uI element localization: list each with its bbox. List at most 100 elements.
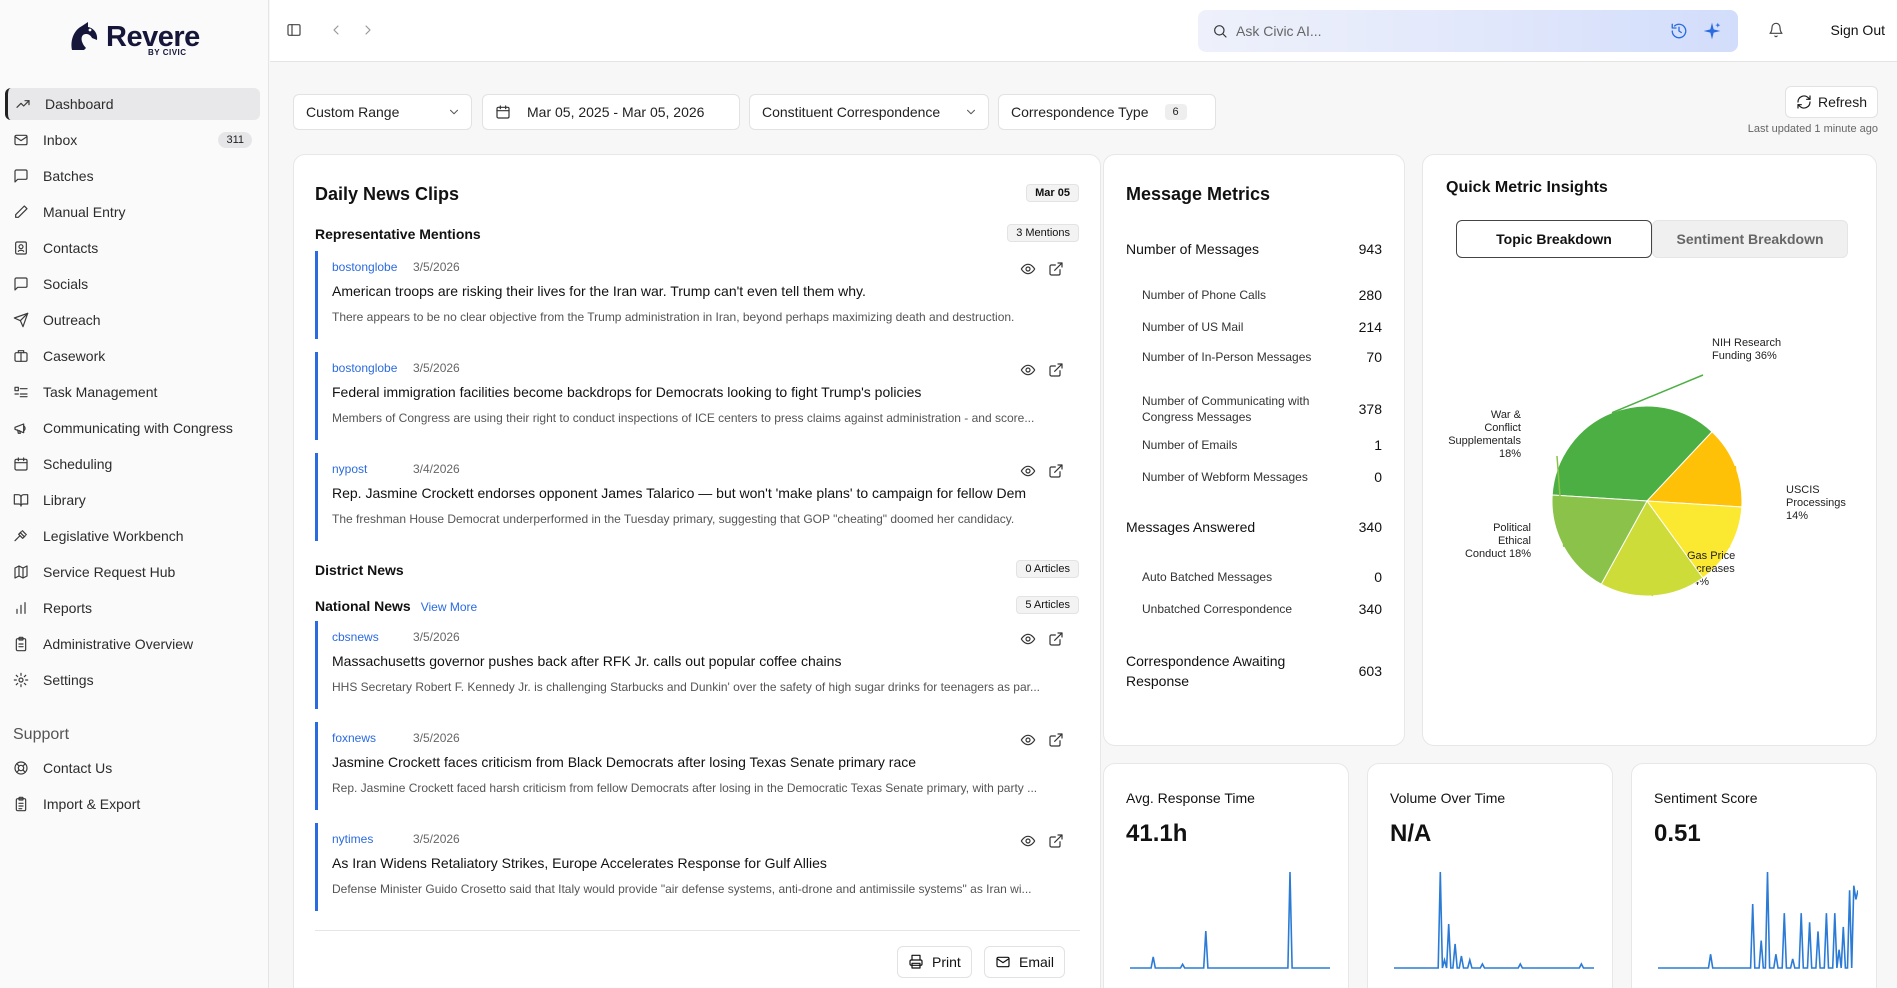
news-clip[interactable]: bostonglobe 3/5/2026 Federal immigration f…: [315, 352, 1070, 440]
sign-out-link[interactable]: Sign Out: [1831, 22, 1885, 38]
news-clip[interactable]: bostonglobe 3/5/2026 American troops are r…: [315, 251, 1070, 339]
view-more-link[interactable]: View More: [421, 600, 477, 614]
sidebar-item-task-management[interactable]: Task Management: [5, 376, 260, 408]
external-link-icon[interactable]: [1048, 463, 1064, 479]
eye-icon[interactable]: [1020, 463, 1036, 479]
external-link-icon[interactable]: [1048, 261, 1064, 277]
metric-row: Auto Batched Messages 0: [1126, 569, 1382, 585]
metric-value: 943: [1358, 241, 1382, 257]
date-range-picker[interactable]: Mar 05, 2025 - Mar 05, 2026: [482, 94, 740, 130]
bell-icon[interactable]: [1768, 22, 1784, 38]
sidebar-item-settings[interactable]: Settings: [5, 664, 260, 696]
external-link-icon[interactable]: [1048, 833, 1064, 849]
sidebar-item-service-request-hub[interactable]: Service Request Hub: [5, 556, 260, 588]
bar-chart-icon: [13, 600, 43, 616]
sidebar-item-import-export[interactable]: Import & Export: [5, 788, 260, 820]
external-link-icon[interactable]: [1048, 732, 1064, 748]
clip-title[interactable]: As Iran Widens Retaliatory Strikes, Euro…: [332, 855, 1073, 871]
sidebar-item-scheduling[interactable]: Scheduling: [5, 448, 260, 480]
source-select[interactable]: Constituent Correspondence: [749, 94, 989, 130]
sparkline-series: [1394, 871, 1594, 969]
history-icon[interactable]: [1670, 22, 1688, 40]
clip-date: 3/4/2026: [413, 462, 460, 476]
clip-source-link[interactable]: foxnews: [332, 731, 376, 745]
sparkle-icon[interactable]: [1702, 21, 1722, 41]
external-link-icon[interactable]: [1048, 362, 1064, 378]
clip-title[interactable]: Massachusetts governor pushes back after…: [332, 653, 1073, 669]
clip-source-link[interactable]: bostonglobe: [332, 361, 397, 375]
tab-sentiment-breakdown[interactable]: Sentiment Breakdown: [1652, 220, 1848, 258]
metric-label: Number of Communicating with Congress Me…: [1142, 394, 1310, 424]
email-button[interactable]: Email: [984, 946, 1066, 978]
external-link-icon[interactable]: [1048, 631, 1064, 647]
sidebar-item-label: Outreach: [43, 312, 101, 328]
clip-description: Defense Minister Guido Crosetto said tha…: [332, 882, 1032, 896]
clip-title[interactable]: Federal immigration facilities become ba…: [332, 384, 1073, 400]
news-clip[interactable]: nytimes 3/5/2026 As Iran Widens Retaliator…: [315, 823, 1070, 911]
news-clip[interactable]: nypost 3/4/2026 Rep. Jasmine Crockett endo…: [315, 453, 1070, 541]
news-date-badge: Mar 05: [1026, 184, 1079, 202]
back-chevron-icon[interactable]: [328, 22, 344, 38]
eye-icon[interactable]: [1020, 631, 1036, 647]
inbox-count-badge: 311: [218, 132, 252, 148]
ask-civic-ai-bar[interactable]: Ask Civic AI...: [1198, 10, 1738, 52]
send-icon: [13, 312, 43, 328]
sidebar-item-library[interactable]: Library: [5, 484, 260, 516]
news-clip[interactable]: foxnews 3/5/2026 Jasmine Crockett faces cr…: [315, 722, 1070, 810]
clip-source-link[interactable]: nypost: [332, 462, 367, 476]
metric-label: Number of Emails: [1142, 438, 1238, 452]
refresh-button[interactable]: Refresh: [1784, 86, 1878, 118]
sidebar-item-casework[interactable]: Casework: [5, 340, 260, 372]
clip-description: HHS Secretary Robert F. Kennedy Jr. is c…: [332, 680, 1040, 694]
clip-title[interactable]: Jasmine Crockett faces criticism from Bl…: [332, 754, 1073, 770]
metric-label: Number of In-Person Messages: [1142, 350, 1312, 364]
briefcase-icon: [13, 348, 43, 364]
clip-title[interactable]: Rep. Jasmine Crockett endorses opponent …: [332, 485, 1073, 501]
clipboard-icon: [13, 636, 43, 652]
correspondence-type-label: Correspondence Type: [1011, 104, 1149, 120]
support-title: Support: [13, 726, 70, 743]
sidebar-item-dashboard[interactable]: Dashboard: [5, 88, 260, 120]
eye-icon[interactable]: [1020, 732, 1036, 748]
search-icon: [1212, 23, 1228, 39]
pie-slice-label: USCIS Processings 14%: [1786, 484, 1846, 522]
tab-topic-breakdown[interactable]: Topic Breakdown: [1456, 220, 1652, 258]
sidebar-item-label: Communicating with Congress: [43, 420, 233, 436]
sidebar-item-contacts[interactable]: Contacts: [5, 232, 260, 264]
print-button[interactable]: Print: [897, 946, 972, 978]
clip-source-link[interactable]: cbsnews: [332, 630, 379, 644]
sidebar-item-batches[interactable]: Batches: [5, 160, 260, 192]
range-select[interactable]: Custom Range: [293, 94, 472, 130]
clip-date: 3/5/2026: [413, 260, 460, 274]
clip-description: The freshman House Democrat underperform…: [332, 512, 1015, 526]
sidebar-toggle-icon[interactable]: [286, 22, 302, 38]
metric-value: 340: [1358, 601, 1382, 617]
forward-chevron-icon[interactable]: [360, 22, 376, 38]
eye-icon[interactable]: [1020, 362, 1036, 378]
topic-pie-chart: NIH Research Funding 36% USCIS Processings 1…: [1448, 337, 1846, 597]
sidebar-item-manual-entry[interactable]: Manual Entry: [5, 196, 260, 228]
sidebar-item-administrative-overview[interactable]: Administrative Overview: [5, 628, 260, 660]
clip-source-link[interactable]: nytimes: [332, 832, 373, 846]
eye-icon[interactable]: [1020, 833, 1036, 849]
sidebar-item-contact-us[interactable]: Contact Us: [5, 752, 260, 784]
message-icon: [13, 276, 43, 292]
insights-card-title: Quick Metric Insights: [1446, 179, 1608, 196]
metric-value: 1: [1374, 437, 1382, 453]
clip-source-link[interactable]: bostonglobe: [332, 260, 397, 274]
eye-icon[interactable]: [1020, 261, 1036, 277]
metric-row: Number of In-Person Messages 70: [1126, 349, 1382, 365]
sidebar-item-label: Reports: [43, 600, 93, 616]
news-clip[interactable]: cbsnews 3/5/2026 Massachusetts governor pu…: [315, 621, 1070, 709]
sidebar-item-legislative-workbench[interactable]: Legislative Workbench: [5, 520, 260, 552]
metric-label: Auto Batched Messages: [1142, 570, 1273, 584]
range-select-value: Custom Range: [306, 104, 400, 120]
correspondence-type-filter[interactable]: Correspondence Type 6: [998, 94, 1216, 130]
sidebar-item-outreach[interactable]: Outreach: [5, 304, 260, 336]
sidebar-item-reports[interactable]: Reports: [5, 592, 260, 624]
sidebar-item-inbox[interactable]: Inbox 311: [5, 124, 260, 156]
metric-label: Correspondence Awaiting Response: [1126, 653, 1286, 689]
sidebar-item-communicating-with-congress[interactable]: Communicating with Congress: [5, 412, 260, 444]
clip-title[interactable]: American troops are risking their lives …: [332, 283, 1073, 299]
sidebar-item-socials[interactable]: Socials: [5, 268, 260, 300]
